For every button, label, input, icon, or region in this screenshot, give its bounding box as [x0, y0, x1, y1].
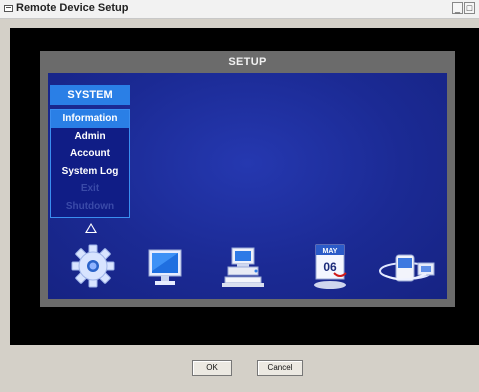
system-menu: Information Admin Account System Log Exi… — [50, 109, 130, 218]
calendar-day: 06 — [323, 260, 337, 274]
dialog-footer — [0, 345, 479, 392]
window-title: Remote Device Setup — [16, 2, 129, 14]
network-computer-icon[interactable] — [220, 245, 266, 291]
calendar-month: MAY — [323, 248, 338, 255]
setup-title: SETUP — [228, 56, 267, 68]
menu-item-exit: Exit — [80, 183, 100, 195]
monitor-icon[interactable] — [146, 247, 186, 289]
ok-button[interactable]: OK — [192, 360, 232, 376]
scroll-up-arrow-icon[interactable] — [85, 223, 97, 233]
calendar-icon[interactable]: MAY 06 — [310, 241, 352, 291]
minimize-button[interactable]: _ — [452, 2, 463, 14]
gear-icon[interactable] — [70, 243, 116, 289]
window-icon — [4, 5, 13, 12]
system-header[interactable]: SYSTEM — [50, 85, 130, 105]
menu-item-account[interactable]: Account — [51, 145, 129, 163]
menu-item-shutdown: Shutdown — [65, 200, 115, 212]
menu-item-information[interactable]: Information — [51, 110, 129, 128]
setup-content: SYSTEM Information Admin Account System … — [48, 73, 447, 299]
title-bar: Remote Device Setup _ □ — [0, 0, 479, 19]
menu-item-system-log[interactable]: System Log — [51, 163, 129, 181]
cancel-button[interactable]: Cancel — [257, 360, 303, 376]
menu-item-admin[interactable]: Admin — [51, 128, 129, 146]
restore-button[interactable]: □ — [464, 2, 475, 14]
setup-panel: SETUP SYSTEM Information Admin Account S… — [40, 51, 455, 307]
disk-icon[interactable] — [378, 249, 440, 289]
